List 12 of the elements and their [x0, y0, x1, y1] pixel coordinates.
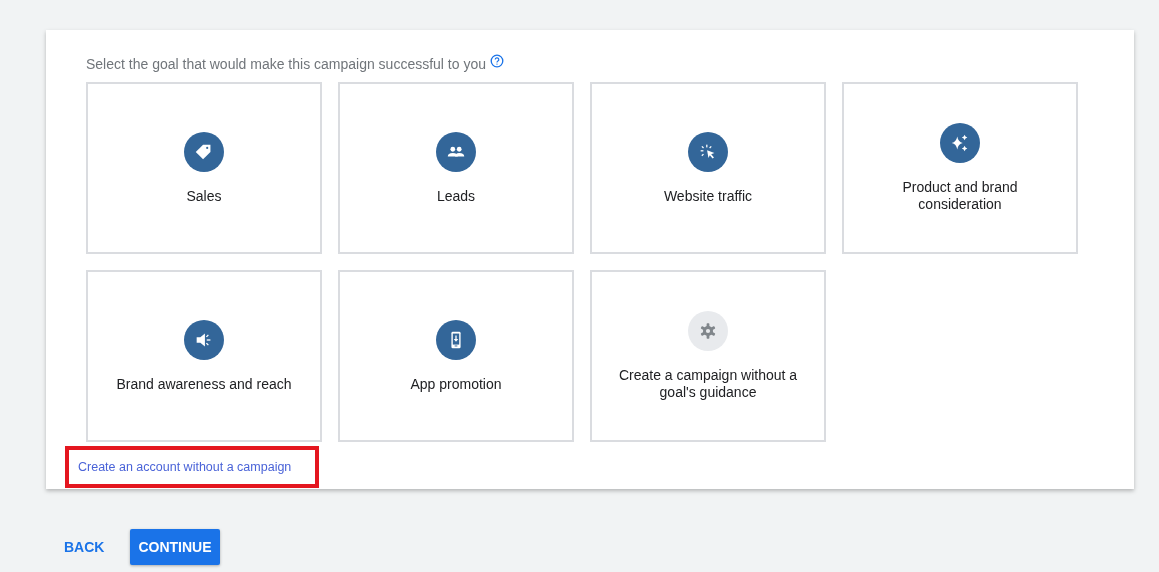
goal-tile[interactable]: Website traffic — [590, 82, 826, 254]
goal-tile[interactable]: Brand awareness and reach — [86, 270, 322, 442]
help-icon[interactable] — [490, 54, 504, 68]
goal-tile[interactable]: Leads — [338, 82, 574, 254]
heading: Select the goal that would make this campaign successful to you — [86, 56, 486, 72]
continue-button[interactable]: CONTINUE — [130, 529, 220, 565]
goal-tile[interactable]: App promotion — [338, 270, 574, 442]
goal-tile[interactable]: Create a campaign without a goal's guidance — [590, 270, 826, 442]
goal-tile[interactable]: Sales — [86, 82, 322, 254]
goal-tile[interactable]: Product and brand consideration — [842, 82, 1078, 254]
back-button[interactable]: BACK — [54, 529, 115, 565]
create-account-link[interactable]: Create an account without a campaign — [78, 460, 292, 474]
